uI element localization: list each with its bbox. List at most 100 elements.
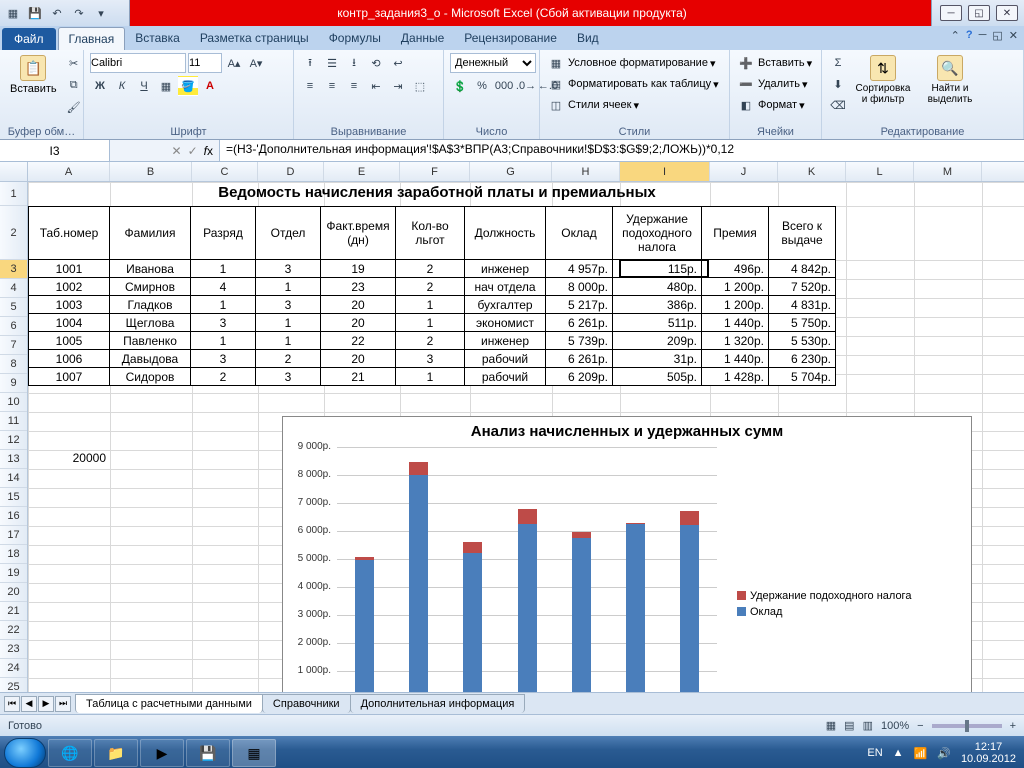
decrease-indent-icon[interactable]: ⇤ — [366, 76, 386, 96]
align-top-icon[interactable]: ⭱ — [300, 53, 320, 73]
row-header-8[interactable]: 8 — [0, 355, 27, 374]
zoom-slider[interactable] — [932, 724, 1002, 728]
row-header-16[interactable]: 16 — [0, 507, 27, 526]
insert-cells-button[interactable]: ➕Вставить ▾ — [736, 53, 812, 73]
taskbar-explorer-icon[interactable]: 📁 — [94, 739, 138, 767]
sheet-nav-prev-icon[interactable]: ◀ — [21, 696, 37, 712]
ribbon-tab-1[interactable]: Вставка — [125, 27, 190, 50]
ribbon-tab-4[interactable]: Данные — [391, 27, 454, 50]
row-header-18[interactable]: 18 — [0, 545, 27, 564]
row-header-7[interactable]: 7 — [0, 336, 27, 355]
row-header-13[interactable]: 13 — [0, 450, 27, 469]
row-header-23[interactable]: 23 — [0, 640, 27, 659]
underline-icon[interactable]: Ч — [134, 76, 154, 96]
tray-time[interactable]: 12:17 — [975, 741, 1003, 753]
formula-input[interactable]: =(H3-'Дополнительная информация'!$A$3*ВП… — [220, 140, 1024, 161]
cell-styles-button[interactable]: ◫Стили ячеек ▾ — [546, 95, 639, 115]
save-icon[interactable]: 💾 — [26, 4, 44, 22]
col-header-E[interactable]: E — [324, 162, 400, 181]
worksheet[interactable]: ABCDEFGHIJKLM 12345678910111213141516171… — [0, 162, 1024, 692]
ribbon-tab-0[interactable]: Главная — [58, 27, 126, 50]
col-header-A[interactable]: A — [28, 162, 110, 181]
tray-date[interactable]: 10.09.2012 — [961, 753, 1016, 765]
row-header-1[interactable]: 1 — [0, 182, 27, 206]
align-right-icon[interactable]: ≡ — [344, 76, 364, 96]
number-format-select[interactable]: Денежный — [450, 53, 536, 73]
fill-icon[interactable]: ⬇ — [828, 74, 848, 94]
format-painter-icon[interactable]: 🖌 — [64, 97, 84, 117]
font-color-icon[interactable]: A — [200, 76, 220, 96]
row-header-14[interactable]: 14 — [0, 469, 27, 488]
select-all-corner[interactable] — [0, 162, 28, 181]
row-header-5[interactable]: 5 — [0, 298, 27, 317]
ribbon-minimize-icon[interactable]: ⌃ — [951, 29, 960, 42]
row-header-9[interactable]: 9 — [0, 374, 27, 393]
inc-decimal-icon[interactable]: .0→ — [516, 76, 536, 96]
col-header-F[interactable]: F — [400, 162, 470, 181]
taskbar-media-icon[interactable]: ▶ — [140, 739, 184, 767]
tray-lang[interactable]: EN — [867, 747, 882, 759]
taskbar-excel-icon[interactable]: ▦ — [232, 739, 276, 767]
fx-icon[interactable]: fx — [204, 144, 213, 158]
col-header-C[interactable]: C — [192, 162, 258, 181]
embedded-chart[interactable]: Анализ начисленных и удержанных сумм 0р.… — [282, 416, 972, 692]
zoom-out-icon[interactable]: − — [917, 720, 923, 732]
col-header-D[interactable]: D — [258, 162, 324, 181]
row-header-22[interactable]: 22 — [0, 621, 27, 640]
col-header-B[interactable]: B — [110, 162, 192, 181]
cut-icon[interactable]: ✂ — [64, 53, 84, 73]
col-header-M[interactable]: M — [914, 162, 982, 181]
workbook-restore-icon[interactable]: ◱ — [992, 29, 1002, 42]
row-header-15[interactable]: 15 — [0, 488, 27, 507]
row-header-20[interactable]: 20 — [0, 583, 27, 602]
qat-customize-icon[interactable]: ▾ — [92, 4, 110, 22]
undo-icon[interactable]: ↶ — [48, 4, 66, 22]
sort-filter-button[interactable]: ⇅Сортировка и фильтр — [851, 53, 915, 107]
workbook-close-icon[interactable]: ✕ — [1009, 29, 1018, 42]
align-left-icon[interactable]: ≡ — [300, 76, 320, 96]
ribbon-tab-6[interactable]: Вид — [567, 27, 609, 50]
row-header-25[interactable]: 25 — [0, 678, 27, 692]
enter-formula-icon[interactable]: ✓ — [188, 144, 198, 158]
redo-icon[interactable]: ↷ — [70, 4, 88, 22]
merge-icon[interactable]: ⬚ — [410, 76, 430, 96]
restore-button[interactable]: ◱ — [968, 5, 990, 21]
currency-icon[interactable]: 💲 — [450, 76, 470, 96]
ribbon-tab-5[interactable]: Рецензирование — [454, 27, 567, 50]
col-header-K[interactable]: K — [778, 162, 846, 181]
view-layout-icon[interactable]: ▤ — [844, 719, 854, 732]
align-bottom-icon[interactable]: ⭳ — [344, 53, 364, 73]
cancel-formula-icon[interactable]: ✕ — [172, 144, 182, 158]
ribbon-tab-2[interactable]: Разметка страницы — [190, 27, 319, 50]
clear-icon[interactable]: ⌫ — [828, 95, 848, 115]
font-size-input[interactable] — [188, 53, 222, 73]
sheet-tab-1[interactable]: Справочники — [262, 694, 351, 713]
zoom-level[interactable]: 100% — [881, 720, 909, 732]
sheet-nav-last-icon[interactable]: ⏭ — [55, 696, 71, 712]
sheet-tab-0[interactable]: Таблица с расчетными данными — [75, 694, 263, 713]
minimize-button[interactable]: ─ — [940, 5, 962, 21]
taskbar-word-icon[interactable]: 💾 — [186, 739, 230, 767]
comma-icon[interactable]: 000 — [494, 76, 514, 96]
excel-icon[interactable]: ▦ — [4, 4, 22, 22]
font-name-input[interactable] — [90, 53, 186, 73]
cells-area[interactable]: Ведомость начисления заработной платы и … — [28, 182, 1024, 692]
zoom-in-icon[interactable]: + — [1010, 720, 1016, 732]
name-box[interactable]: I3 — [0, 140, 110, 161]
sheet-nav-next-icon[interactable]: ▶ — [38, 696, 54, 712]
fill-color-icon[interactable]: 🪣 — [178, 76, 198, 96]
row-header-11[interactable]: 11 — [0, 412, 27, 431]
col-header-H[interactable]: H — [552, 162, 620, 181]
row-header-2[interactable]: 2 — [0, 206, 27, 260]
ribbon-tab-3[interactable]: Формулы — [319, 27, 391, 50]
close-button[interactable]: ✕ — [996, 5, 1018, 21]
delete-cells-button[interactable]: ➖Удалить ▾ — [736, 74, 808, 94]
row-header-24[interactable]: 24 — [0, 659, 27, 678]
bold-icon[interactable]: Ж — [90, 76, 110, 96]
autosum-icon[interactable]: Σ — [828, 53, 848, 73]
increase-indent-icon[interactable]: ⇥ — [388, 76, 408, 96]
tray-flag-icon[interactable]: ▲ — [893, 747, 904, 759]
row-header-6[interactable]: 6 — [0, 317, 27, 336]
view-normal-icon[interactable]: ▦ — [826, 719, 836, 732]
start-button[interactable] — [4, 738, 46, 768]
